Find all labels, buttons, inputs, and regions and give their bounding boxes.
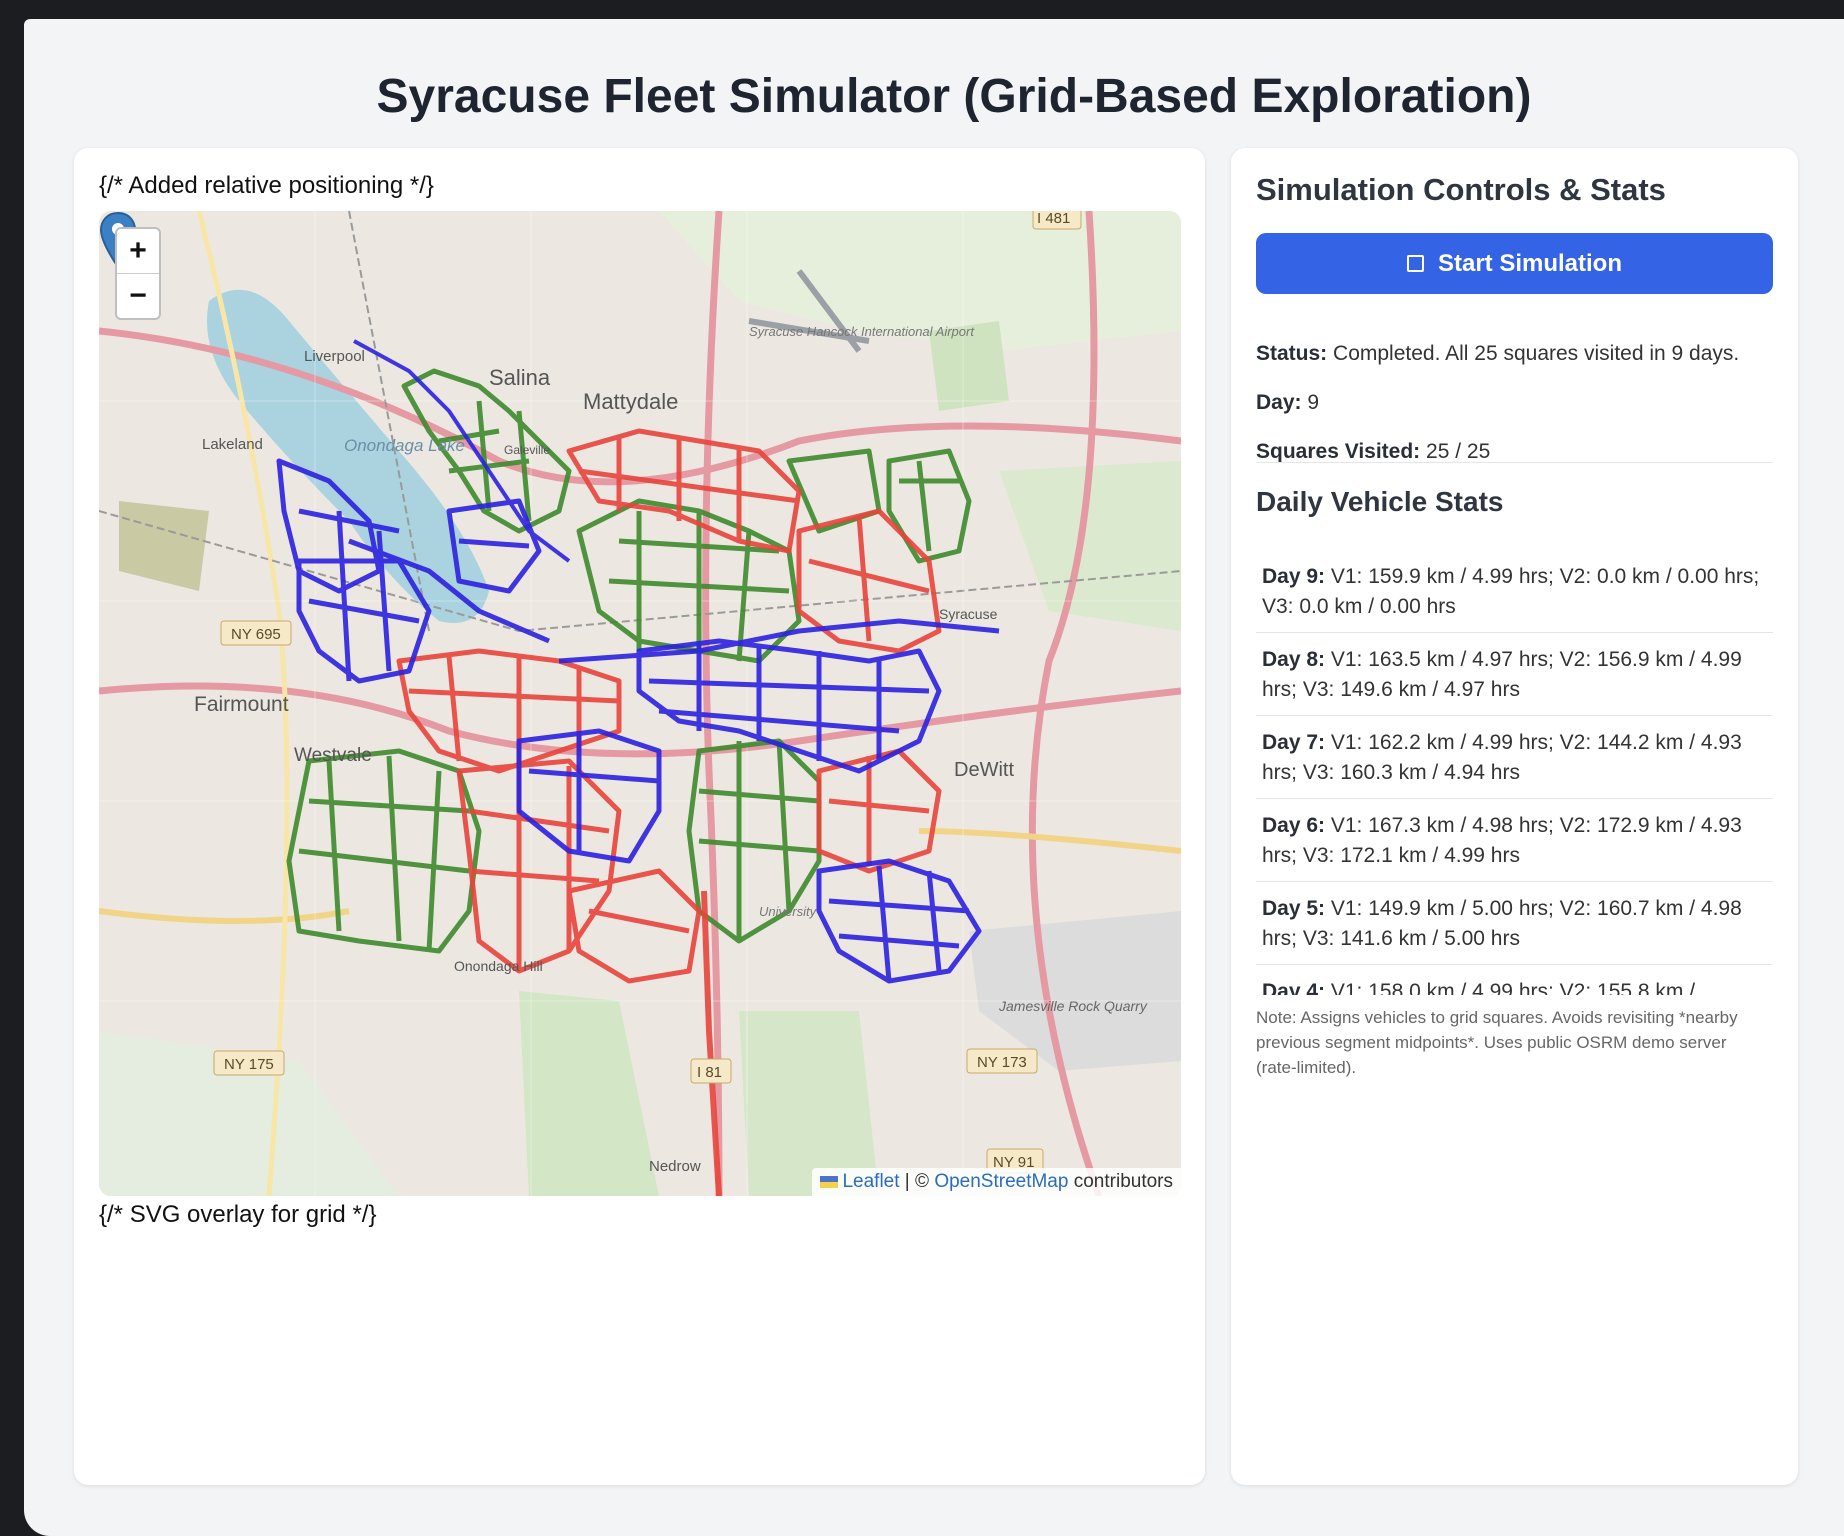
- day-row-text: V1: 162.2 km / 4.99 hrs; V2: 144.2 km / …: [1262, 731, 1742, 784]
- page-title: Syracuse Fleet Simulator (Grid-Based Exp…: [376, 70, 1532, 123]
- label-salina: Salina: [489, 365, 551, 390]
- list-item: Day 4: V1: 158.0 km / 4.99 hrs; V2: 155.…: [1256, 965, 1773, 995]
- label-onondaga-lake: Onondaga Lake: [344, 436, 465, 455]
- label-dewitt: DeWitt: [954, 759, 1014, 781]
- attribution-suffix: contributors: [1068, 1171, 1173, 1192]
- label-onondaga-hill: Onondaga Hill: [454, 958, 543, 974]
- day-row-text: V1: 167.3 km / 4.98 hrs; V2: 172.9 km / …: [1262, 814, 1742, 867]
- label-jamesville: Jamesville Rock Quarry: [998, 998, 1148, 1014]
- label-fairmount: Fairmount: [194, 693, 289, 716]
- stop-square-icon: [1406, 255, 1424, 272]
- start-simulation-label: Start Simulation: [1437, 249, 1623, 277]
- day-row-label: Day 8:: [1262, 648, 1326, 671]
- squares-line: Squares Visited: 25 / 25: [1256, 440, 1490, 464]
- label-airport: Syracuse Hancock International Airport: [749, 324, 975, 339]
- map-base-layer: Salina Mattydale Liverpool Lakeland Onon…: [99, 211, 1181, 1196]
- day-label: Day:: [1256, 391, 1302, 414]
- label-syracuse: Syracuse: [939, 606, 998, 622]
- label-lakeland: Lakeland: [202, 436, 263, 453]
- window-left-edge: [0, 0, 24, 1536]
- start-simulation-button[interactable]: Start Simulation: [1256, 233, 1773, 294]
- controls-card: Simulation Controls & Stats Start Simula…: [1231, 148, 1798, 1485]
- day-row-text: V1: 149.9 km / 5.00 hrs; V2: 160.7 km / …: [1262, 897, 1742, 950]
- shield-i481: I 481: [1037, 211, 1070, 227]
- simulation-note: Note: Assigns vehicles to grid squares. …: [1256, 1008, 1738, 1077]
- shield-ny695: NY 695: [231, 626, 281, 643]
- label-westvale: Westvale: [294, 745, 372, 766]
- day-row-label: Day 9:: [1262, 565, 1326, 588]
- list-item: Day 8: V1: 163.5 km / 4.97 hrs; V2: 156.…: [1256, 633, 1773, 716]
- status-value: Completed. All 25 squares visited in 9 d…: [1333, 342, 1740, 365]
- squares-value: 25 / 25: [1426, 440, 1491, 463]
- day-row-label: Day 4:: [1262, 980, 1326, 995]
- day-row-label: Day 6:: [1262, 814, 1326, 837]
- leaflet-link[interactable]: Leaflet: [842, 1171, 899, 1192]
- day-row-text: V1: 163.5 km / 4.97 hrs; V2: 156.9 km / …: [1262, 648, 1742, 701]
- list-item: Day 5: V1: 149.9 km / 5.00 hrs; V2: 160.…: [1256, 882, 1773, 965]
- map-attribution: Leaflet | © OpenStreetMap contributors: [812, 1168, 1181, 1196]
- day-line: Day: 9: [1256, 391, 1319, 415]
- map-comment-bottom: {/* SVG overlay for grid */}: [99, 1201, 377, 1228]
- day-row-label: Day 7:: [1262, 731, 1326, 754]
- shield-ny175: NY 175: [224, 1056, 274, 1073]
- map-card: {/* Added relative positioning */} + − S…: [74, 148, 1205, 1485]
- day-value: 9: [1307, 391, 1320, 414]
- list-item: Day 6: V1: 167.3 km / 4.98 hrs; V2: 172.…: [1256, 799, 1773, 882]
- status-label: Status:: [1256, 342, 1328, 365]
- status-line: Status: Completed. All 25 squares visite…: [1256, 342, 1739, 366]
- label-university: University: [759, 904, 818, 919]
- day-row-label: Day 5:: [1262, 897, 1326, 920]
- controls-heading: Simulation Controls & Stats: [1256, 172, 1666, 207]
- squares-label: Squares Visited:: [1256, 440, 1421, 463]
- label-liverpool: Liverpool: [304, 348, 365, 365]
- zoom-in-button[interactable]: +: [117, 229, 159, 273]
- day-row-text: V1: 159.9 km / 4.99 hrs; V2: 0.0 km / 0.…: [1262, 565, 1760, 618]
- osm-link[interactable]: OpenStreetMap: [934, 1171, 1068, 1192]
- divider: [1256, 462, 1773, 463]
- map-view[interactable]: + − Salina Mattydale Liverpool Lakeland …: [99, 211, 1181, 1196]
- label-nedrow: Nedrow: [649, 1158, 701, 1175]
- window-top-bar: [0, 0, 1844, 19]
- zoom-control: + −: [115, 227, 161, 320]
- zoom-out-button[interactable]: −: [117, 273, 159, 318]
- browser-viewport: Syracuse Fleet Simulator (Grid-Based Exp…: [24, 19, 1844, 1536]
- map-comment-top: {/* Added relative positioning */}: [99, 172, 434, 199]
- list-item: Day 7: V1: 162.2 km / 4.99 hrs; V2: 144.…: [1256, 716, 1773, 799]
- list-item: Day 9: V1: 159.9 km / 4.99 hrs; V2: 0.0 …: [1256, 550, 1773, 633]
- shield-i81: I 81: [697, 1064, 722, 1081]
- day-row-text: V1: 158.0 km / 4.99 hrs; V2: 155.8 km /: [1330, 980, 1696, 995]
- daily-stats-list[interactable]: Day 9: V1: 159.9 km / 4.99 hrs; V2: 0.0 …: [1256, 550, 1773, 995]
- daily-stats-heading: Daily Vehicle Stats: [1256, 486, 1504, 517]
- ukraine-flag-icon: [820, 1175, 839, 1188]
- label-mattydale: Mattydale: [583, 389, 678, 414]
- label-galeville: Galeville: [504, 443, 550, 457]
- attribution-separator: | ©: [899, 1171, 935, 1192]
- shield-ny173: NY 173: [977, 1054, 1027, 1071]
